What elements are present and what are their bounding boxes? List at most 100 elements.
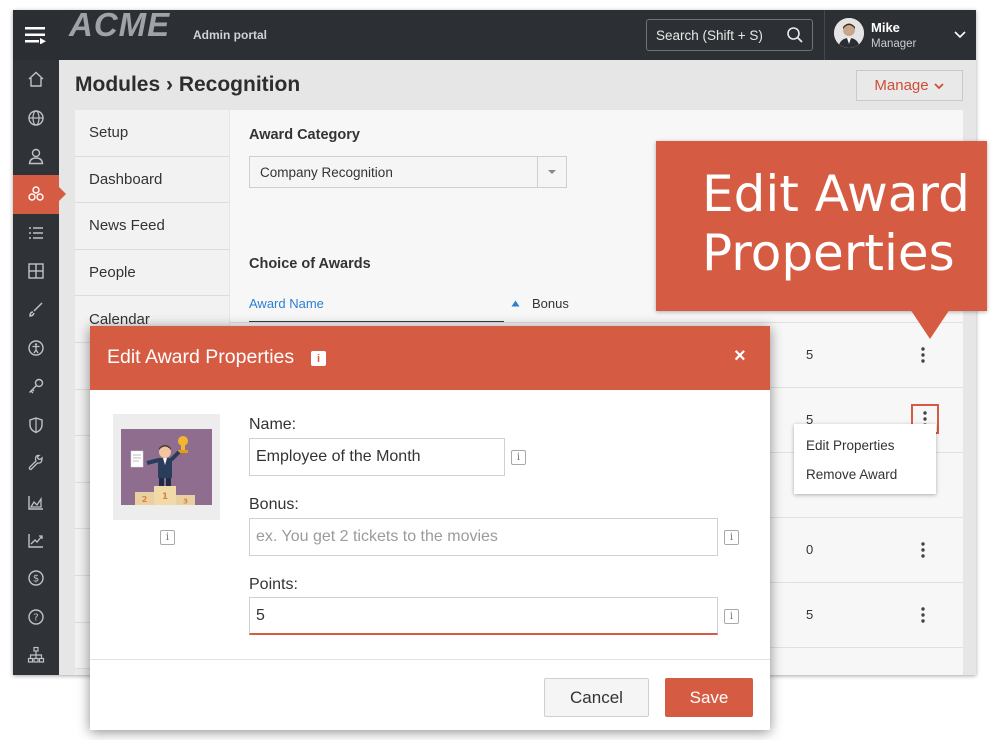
modal-title: Edit Award Properties xyxy=(107,346,295,368)
rail-shield[interactable] xyxy=(13,406,59,444)
subnav-item-news-feed[interactable]: News Feed xyxy=(75,203,229,250)
chevron-down-icon[interactable] xyxy=(953,27,967,41)
search-icon xyxy=(787,27,803,43)
rail-trend-chart[interactable] xyxy=(13,521,59,559)
dropdown-caret xyxy=(537,157,566,187)
search-input[interactable]: Search (Shift + S) xyxy=(646,19,813,51)
modal-footer: Cancel Save xyxy=(90,659,770,730)
cancel-button[interactable]: Cancel xyxy=(544,678,649,717)
rail-dollar[interactable]: $ xyxy=(13,559,59,597)
info-icon[interactable]: i xyxy=(160,530,175,545)
svg-text:$: $ xyxy=(33,574,39,585)
modal-header: Edit Award Properties i × xyxy=(90,326,770,390)
breadcrumb: Modules › Recognition xyxy=(75,73,301,96)
award-category-label: Award Category xyxy=(249,127,360,143)
info-icon[interactable]: i xyxy=(724,609,739,624)
brush-icon xyxy=(29,302,43,317)
rail-grid[interactable] xyxy=(13,252,59,290)
subnav-label: News Feed xyxy=(89,217,165,235)
avatar-image xyxy=(834,18,864,48)
area-chart-icon xyxy=(28,495,43,510)
trend-chart-icon xyxy=(28,533,43,548)
points-label: Points: xyxy=(249,576,298,593)
info-icon[interactable]: i xyxy=(511,450,526,465)
rail-org-chart[interactable] xyxy=(13,636,59,674)
row-points: 0 xyxy=(806,542,814,557)
bonus-label: Bonus: xyxy=(249,496,299,513)
rail-wrench[interactable] xyxy=(13,444,59,482)
rail-list[interactable] xyxy=(13,214,59,252)
key-icon xyxy=(29,379,44,394)
hamburger-icon xyxy=(25,27,46,44)
points-field[interactable]: 5 xyxy=(249,597,718,635)
list-icon xyxy=(29,227,43,239)
menu-item-remove-award[interactable]: Remove Award xyxy=(794,460,936,489)
sort-ascending-icon[interactable] xyxy=(511,300,520,307)
name-label: Name: xyxy=(249,416,297,433)
user-name[interactable]: Mike xyxy=(871,20,900,35)
award-image: 1 2 3 xyxy=(121,429,212,505)
name-field[interactable]: Employee of the Month xyxy=(249,438,505,476)
svg-text:1: 1 xyxy=(162,492,168,502)
subnav-label: Dashboard xyxy=(89,170,163,188)
edit-award-modal: Edit Award Properties i × 1 2 3 i Name: … xyxy=(90,326,770,730)
rail-globe[interactable] xyxy=(13,98,59,136)
svg-text:?: ? xyxy=(33,612,38,623)
svg-text:2: 2 xyxy=(142,495,148,504)
menu-item-edit-properties[interactable]: Edit Properties xyxy=(794,431,936,460)
manage-button[interactable]: Manage xyxy=(856,70,963,101)
svg-text:3: 3 xyxy=(183,498,188,506)
chevron-down-icon xyxy=(933,82,944,89)
hamburger-menu-button[interactable] xyxy=(13,10,59,60)
row-points: 5 xyxy=(806,347,814,362)
row-actions-button[interactable] xyxy=(914,345,932,365)
divider xyxy=(824,10,825,60)
column-header-award-name[interactable]: Award Name xyxy=(249,296,324,311)
callout-line-1: Edit Award xyxy=(702,165,970,223)
subnav-item-dashboard[interactable]: Dashboard xyxy=(75,156,229,204)
subnav-item-setup[interactable]: Setup xyxy=(75,110,229,157)
rail-modules[interactable] xyxy=(13,175,66,214)
subnav-item-people[interactable]: People xyxy=(75,249,229,297)
close-button[interactable]: × xyxy=(734,345,746,368)
rail-user[interactable] xyxy=(13,137,59,175)
column-header-bonus[interactable]: Bonus xyxy=(532,296,569,311)
rail-key[interactable] xyxy=(13,367,59,405)
home-icon xyxy=(28,71,44,87)
callout-pointer xyxy=(910,309,950,339)
info-icon[interactable]: i xyxy=(311,351,326,366)
rail-help[interactable]: ? xyxy=(13,598,59,636)
subnav-label: Setup xyxy=(89,124,129,142)
user-role: Manager xyxy=(871,38,917,50)
kebab-menu-icon xyxy=(921,607,925,623)
search-placeholder: Search (Shift + S) xyxy=(656,27,763,43)
sidebar-rail: $ ? xyxy=(13,60,66,675)
org-chart-icon xyxy=(27,647,45,663)
bonus-field[interactable]: ex. You get 2 tickets to the movies xyxy=(249,518,718,556)
kebab-menu-icon xyxy=(921,542,925,558)
rail-brush[interactable] xyxy=(13,290,59,328)
accessibility-icon xyxy=(28,340,44,356)
user-icon xyxy=(28,148,44,165)
caret-down-icon xyxy=(548,170,556,174)
avatar[interactable] xyxy=(834,18,864,48)
callout-box: Edit Award Properties xyxy=(656,141,987,311)
manage-label: Manage xyxy=(874,77,929,94)
award-category-select[interactable]: Company Recognition xyxy=(249,156,567,188)
grid-icon xyxy=(28,263,44,279)
shield-icon xyxy=(29,417,43,434)
rail-home[interactable] xyxy=(13,60,59,98)
modules-icon xyxy=(28,186,44,202)
info-icon[interactable]: i xyxy=(724,530,739,545)
save-button[interactable]: Save xyxy=(665,678,753,717)
row-actions-button[interactable] xyxy=(914,540,932,560)
rail-area-chart[interactable] xyxy=(13,482,59,520)
row-actions-button[interactable] xyxy=(914,605,932,625)
row-points: 5 xyxy=(806,672,813,675)
row-actions-menu: Edit Properties Remove Award xyxy=(794,424,936,494)
kebab-menu-icon xyxy=(921,347,925,363)
portal-label: Admin portal xyxy=(193,28,267,42)
award-image-upload[interactable]: 1 2 3 xyxy=(113,414,220,520)
help-icon: ? xyxy=(28,609,44,625)
rail-accessibility[interactable] xyxy=(13,329,59,367)
